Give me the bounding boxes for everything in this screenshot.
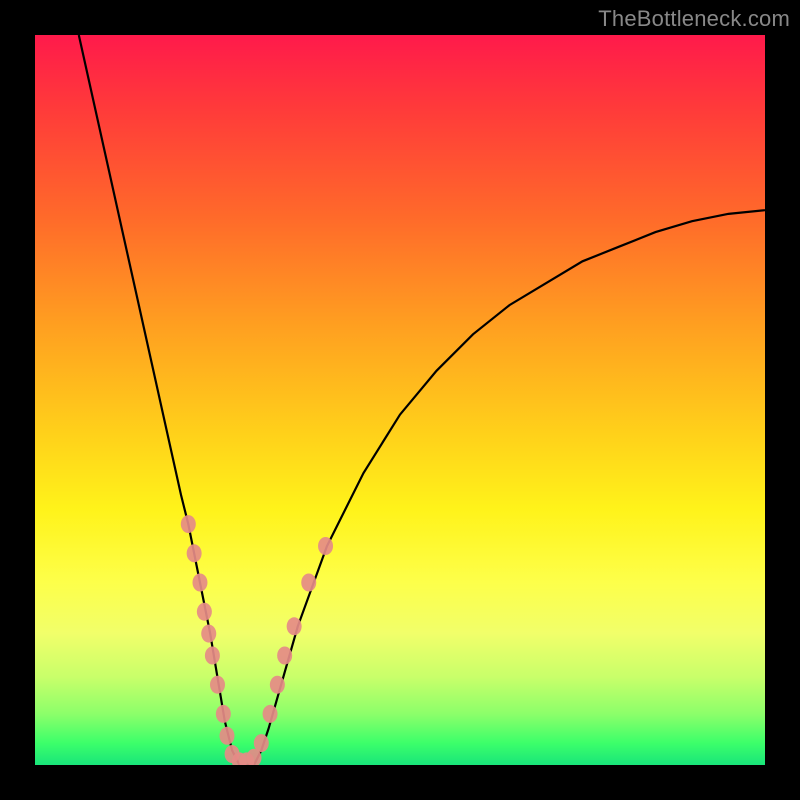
highlight-dot: [277, 647, 292, 665]
highlight-dot: [210, 676, 225, 694]
highlight-dot: [270, 676, 285, 694]
highlight-dot: [192, 574, 207, 592]
highlight-dot: [301, 574, 316, 592]
highlight-dot: [287, 617, 302, 635]
bottleneck-curve: [79, 35, 765, 765]
curve-svg: [35, 35, 765, 765]
highlight-dot: [254, 734, 269, 752]
highlight-dot: [263, 705, 278, 723]
highlight-dot: [187, 544, 202, 562]
chart-frame: TheBottleneck.com: [0, 0, 800, 800]
highlight-dot: [216, 705, 231, 723]
highlight-dot: [181, 515, 196, 533]
watermark-text: TheBottleneck.com: [598, 6, 790, 32]
highlight-dots: [181, 515, 333, 765]
highlight-dot: [201, 625, 216, 643]
highlight-dot: [205, 647, 220, 665]
plot-area: [35, 35, 765, 765]
highlight-dot: [318, 537, 333, 555]
highlight-dot: [197, 603, 212, 621]
highlight-dot: [219, 727, 234, 745]
